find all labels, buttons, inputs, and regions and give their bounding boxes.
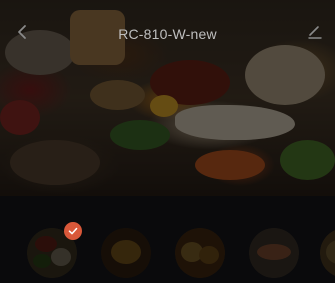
selected-badge bbox=[64, 222, 82, 240]
chevron-left-icon bbox=[18, 25, 26, 39]
page-title: RC-810-W-new bbox=[118, 26, 217, 42]
back-button[interactable] bbox=[12, 22, 32, 42]
top-bar: RC-810-W-new bbox=[0, 0, 335, 60]
checkmark-icon bbox=[68, 227, 78, 235]
app-screen: RC-810-W-new bbox=[0, 0, 335, 283]
edit-button[interactable] bbox=[305, 22, 325, 42]
edit-icon bbox=[308, 26, 322, 39]
